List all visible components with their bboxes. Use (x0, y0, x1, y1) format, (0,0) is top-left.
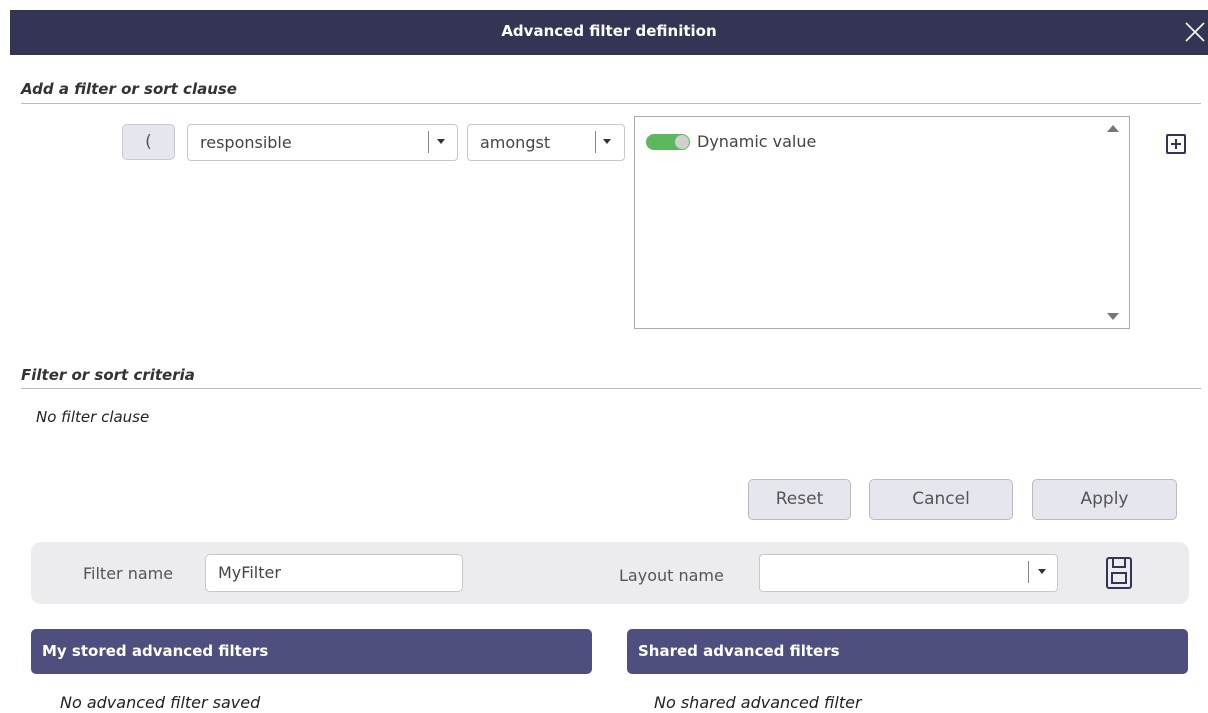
operator-select-value: amongst (480, 133, 551, 152)
reset-button[interactable]: Reset (748, 479, 851, 520)
no-filter-clause-text: No filter clause (36, 408, 150, 426)
dialog-title: Advanced filter definition (501, 22, 717, 40)
layout-name-select[interactable] (759, 554, 1058, 592)
close-icon[interactable] (1182, 18, 1208, 46)
criteria-section-title: Filter or sort criteria (21, 366, 195, 384)
scroll-down-icon[interactable] (1107, 313, 1119, 320)
add-clause-section-title: Add a filter or sort clause (21, 80, 237, 98)
operator-select[interactable]: amongst (467, 124, 625, 161)
my-stored-filters-empty: No advanced filter saved (60, 693, 261, 712)
divider (21, 103, 1201, 104)
dialog-title-bar: Advanced filter definition (10, 10, 1208, 55)
filter-name-label: Filter name (83, 564, 174, 583)
field-select-value: responsible (200, 133, 292, 152)
save-icon[interactable] (1106, 557, 1132, 589)
shared-filters-header: Shared advanced filters (627, 629, 1188, 674)
dynamic-value-label: Dynamic value (697, 132, 817, 151)
cancel-button[interactable]: Cancel (869, 479, 1013, 520)
chevron-down-icon[interactable] (1038, 569, 1046, 574)
chevron-down-icon[interactable] (437, 139, 445, 144)
divider (21, 388, 1201, 389)
filter-name-input[interactable]: MyFilter (205, 554, 463, 592)
divider (428, 131, 429, 153)
shared-filters-empty: No shared advanced filter (654, 693, 862, 712)
divider (1028, 561, 1029, 583)
filter-save-bar: Filter name MyFilter Layout name (31, 542, 1189, 604)
save-icon-bottom (1111, 572, 1127, 584)
value-list-box[interactable]: Dynamic value (634, 116, 1130, 329)
my-stored-filters-header: My stored advanced filters (31, 629, 592, 674)
toggle-knob (675, 135, 689, 149)
dynamic-value-toggle[interactable] (646, 134, 690, 150)
layout-name-label: Layout name (619, 566, 724, 585)
apply-button[interactable]: Apply (1032, 479, 1177, 520)
open-parenthesis-button[interactable]: ( (122, 124, 175, 160)
save-icon-top (1112, 557, 1126, 568)
field-select[interactable]: responsible (187, 124, 458, 161)
add-clause-plus-icon[interactable] (1166, 134, 1186, 154)
scroll-up-icon[interactable] (1107, 125, 1119, 132)
chevron-down-icon[interactable] (603, 139, 611, 144)
divider (595, 131, 596, 153)
